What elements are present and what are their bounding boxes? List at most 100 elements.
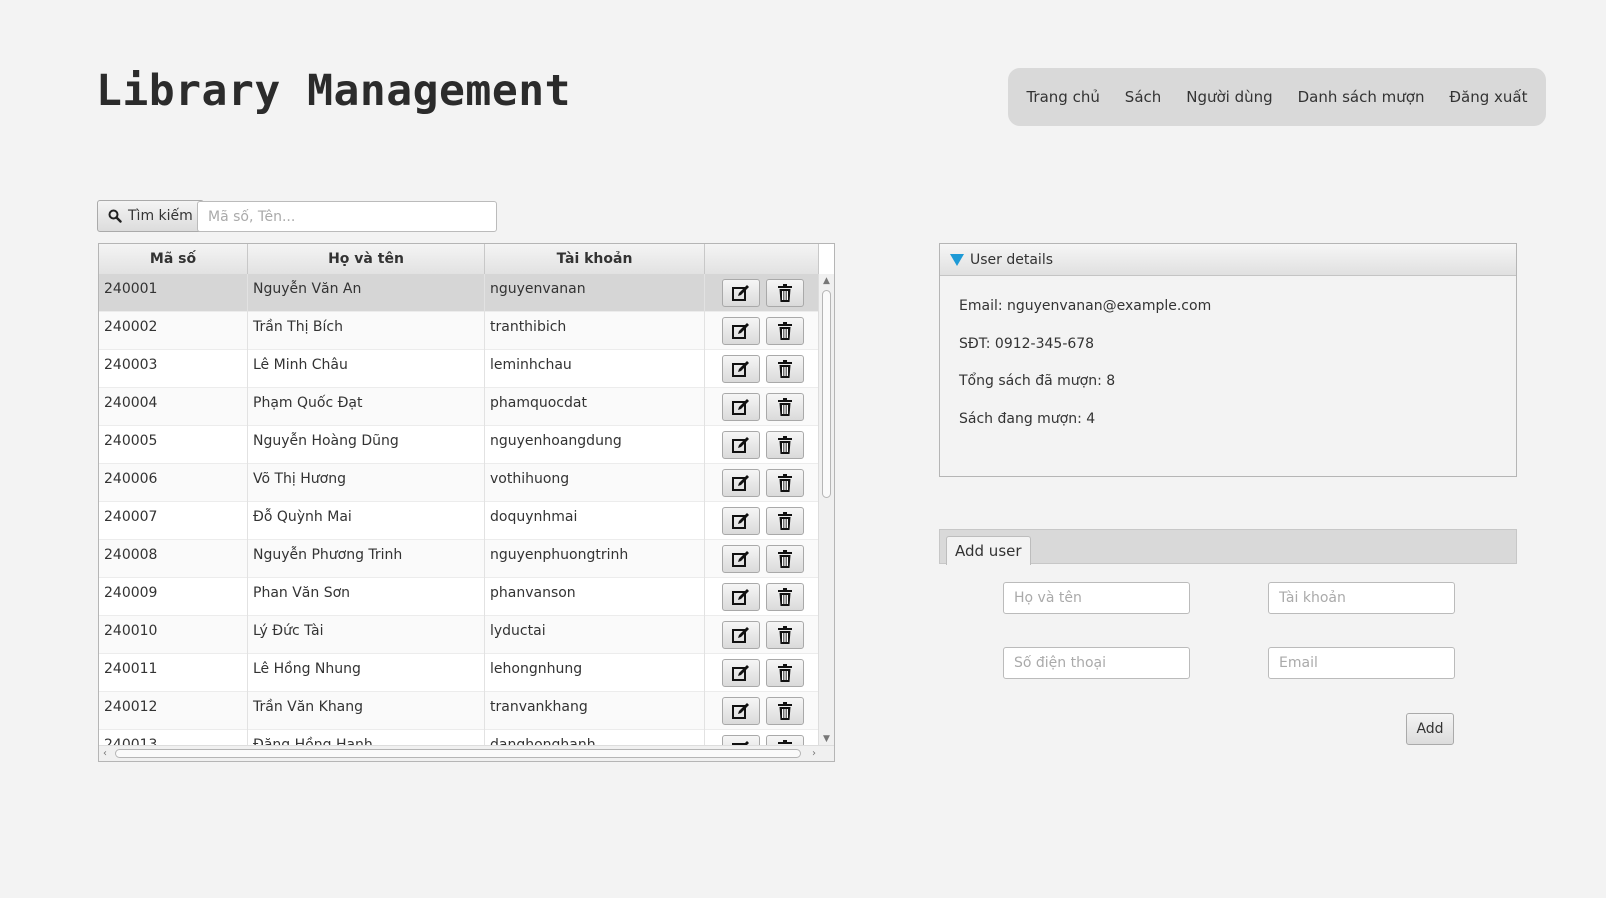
cell-id: 240007 [99,502,248,540]
edit-user-button[interactable] [722,393,760,421]
app-title: Library Management [96,66,571,116]
scroll-left-icon[interactable]: ‹ [103,748,107,759]
delete-user-button[interactable] [766,621,804,649]
delete-user-button[interactable] [766,697,804,725]
table-row[interactable]: 240005 Nguyễn Hoàng Dũng nguyenhoangdung [99,426,819,464]
trash-icon [775,701,795,721]
account-input[interactable] [1268,582,1455,614]
cell-actions [705,540,819,578]
edit-user-button[interactable] [722,621,760,649]
cell-actions [705,388,819,426]
cell-name: Phạm Quốc Đạt [248,388,485,426]
edit-icon [731,549,751,569]
delete-user-button[interactable] [766,659,804,687]
table-row[interactable]: 240008 Nguyễn Phương Trinh nguyenphuongtri… [99,540,819,578]
delete-user-button[interactable] [766,317,804,345]
nav-item-borrow-list[interactable]: Danh sách mượn [1288,82,1435,112]
delete-user-button[interactable] [766,393,804,421]
edit-icon [731,511,751,531]
detail-total-borrowed: Tổng sách đã mượn: 8 [959,373,1116,389]
main-nav: Trang chủ Sách Người dùng Danh sách mượn… [1008,68,1546,126]
table-row[interactable]: 240011 Lê Hồng Nhung lehongnhung [99,654,819,692]
delete-user-button[interactable] [766,545,804,573]
delete-user-button[interactable] [766,507,804,535]
table-row[interactable]: 240001 Nguyễn Văn An nguyenvanan [99,274,819,312]
edit-user-button[interactable] [722,469,760,497]
trash-icon [775,283,795,303]
scroll-up-icon[interactable]: ▲ [823,277,831,286]
column-header-actions[interactable] [705,244,819,274]
cell-account: vothihuong [485,464,705,502]
search-button[interactable]: Tìm kiếm [97,200,204,232]
trash-icon [775,549,795,569]
add-user-button[interactable]: Add [1406,713,1454,745]
edit-user-button[interactable] [722,355,760,383]
phone-input[interactable] [1003,647,1190,679]
cell-name: Phan Văn Sơn [248,578,485,616]
cell-actions [705,578,819,616]
scroll-down-icon[interactable]: ▼ [823,735,831,744]
table-row[interactable]: 240010 Lý Đức Tài lyductai [99,616,819,654]
table-row[interactable]: 240004 Phạm Quốc Đạt phamquocdat [99,388,819,426]
cell-name: Đặng Hồng Hạnh [248,730,485,746]
cell-account: phamquocdat [485,388,705,426]
edit-user-button[interactable] [722,507,760,535]
table-row[interactable]: 240012 Trần Văn Khang tranvankhang [99,692,819,730]
column-header-name[interactable]: Họ và tên [248,244,485,274]
nav-item-books[interactable]: Sách [1115,82,1171,112]
edit-user-button[interactable] [722,697,760,725]
cell-id: 240002 [99,312,248,350]
cell-id: 240009 [99,578,248,616]
user-details-header[interactable]: User details [940,244,1516,276]
trash-icon [775,511,795,531]
nav-item-home[interactable]: Trang chủ [1016,82,1109,112]
table-header: Mã số Họ và tên Tài khoản [99,244,819,275]
cell-actions [705,730,819,746]
edit-icon [731,625,751,645]
column-header-id[interactable]: Mã số [99,244,248,274]
delete-user-button[interactable] [766,279,804,307]
trash-icon [775,587,795,607]
delete-user-button[interactable] [766,355,804,383]
horizontal-scrollbar[interactable]: ‹ › [99,745,834,761]
search-input[interactable] [197,201,497,232]
scroll-right-icon[interactable]: › [812,748,816,759]
column-header-account[interactable]: Tài khoản [485,244,705,274]
table-row[interactable]: 240009 Phan Văn Sơn phanvanson [99,578,819,616]
cell-actions [705,692,819,730]
cell-actions [705,312,819,350]
table-row[interactable]: 240002 Trần Thị Bích tranthibich [99,312,819,350]
trash-icon [775,663,795,683]
cell-name: Lê Hồng Nhung [248,654,485,692]
delete-user-button[interactable] [766,583,804,611]
detail-currently-borrowed: Sách đang mượn: 4 [959,410,1096,427]
horizontal-scroll-thumb[interactable] [115,749,801,758]
cell-name: Đỗ Quỳnh Mai [248,502,485,540]
cell-account: nguyenhoangdung [485,426,705,464]
cell-actions [705,426,819,464]
cell-account: lehongnhung [485,654,705,692]
nav-item-logout[interactable]: Đăng xuất [1439,82,1537,112]
table-row[interactable]: 240006 Võ Thị Hương vothihuong [99,464,819,502]
table-row[interactable]: 240013 Đặng Hồng Hạnh danghonghanh [99,730,819,746]
fullname-input[interactable] [1003,582,1190,614]
trash-icon [775,435,795,455]
email-input[interactable] [1268,647,1455,679]
delete-user-button[interactable] [766,469,804,497]
edit-user-button[interactable] [722,317,760,345]
table-row[interactable]: 240007 Đỗ Quỳnh Mai doquynhmai [99,502,819,540]
nav-item-users[interactable]: Người dùng [1176,82,1282,112]
table-row[interactable]: 240003 Lê Minh Châu leminhchau [99,350,819,388]
vertical-scrollbar[interactable]: ▲ ▼ [818,274,834,746]
tab-add-user[interactable]: Add user [946,536,1031,565]
edit-icon [731,473,751,493]
edit-user-button[interactable] [722,545,760,573]
delete-user-button[interactable] [766,431,804,459]
edit-user-button[interactable] [722,431,760,459]
vertical-scroll-thumb[interactable] [822,290,831,498]
edit-user-button[interactable] [722,659,760,687]
edit-user-button[interactable] [722,279,760,307]
edit-user-button[interactable] [722,583,760,611]
search-icon [108,209,122,223]
collapse-triangle-icon[interactable] [950,253,964,266]
